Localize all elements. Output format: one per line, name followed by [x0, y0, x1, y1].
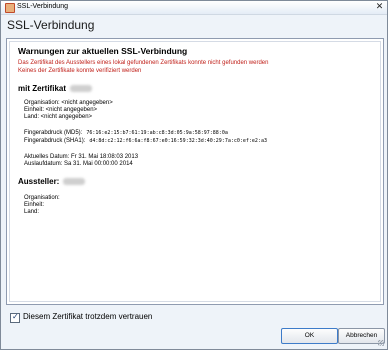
cert-country: Land: <nicht angegeben>: [24, 114, 93, 120]
trust-checkbox[interactable]: ✓: [10, 312, 20, 323]
cert-sha1-value: d4:8d:c2:12:f6:6a:f8:67:e0:16:59:32:3d:4…: [89, 138, 267, 144]
checkmark-icon: ✓: [12, 312, 19, 321]
close-icon[interactable]: ✕: [375, 2, 384, 11]
cert-sha1-row: Fingerabdruck (SHA1): d4:8d:c2:12:f6:6a:f…: [24, 138, 267, 144]
issuer-organisation: Organisation:: [24, 195, 60, 201]
warning-line-2: Keines der Zertifikate konnte verifizier…: [18, 68, 142, 74]
certificate-details-panel[interactable]: Warnungen zur aktuellen SSL-Verbindung D…: [6, 38, 384, 305]
ssl-dialog-window: SSL-Verbindung ✕ SSL-Verbindung Warnunge…: [0, 0, 388, 350]
cert-organisation: Organisation: <nicht angegeben>: [24, 100, 113, 106]
issuer-unit: Einheit:: [24, 202, 45, 208]
warnings-heading: Warnungen zur aktuellen SSL-Verbindung: [18, 46, 188, 56]
app-icon: [5, 3, 15, 13]
cert-expiry-date: Auslaufdatum: Sa 31. Mai 00:00:00 2014: [24, 161, 133, 167]
cert-md5-row: Fingerabdruck (MD5): 76:16:e2:15:b7:61:19…: [24, 130, 228, 136]
certificate-heading-text: mit Zertifikat: [18, 84, 67, 93]
cert-md5-label: Fingerabdruck (MD5):: [24, 130, 83, 136]
certificate-heading: mit Zertifikat: [18, 84, 93, 93]
cert-current-date: Aktuelles Datum: Fr 31. Mai 18:08:03 201…: [24, 154, 139, 160]
trust-checkbox-label[interactable]: Diesem Zertifikat trotzdem vertrauen: [23, 312, 152, 321]
issuer-heading-text: Aussteller:: [18, 177, 60, 186]
redacted-certificate-name: [70, 85, 93, 93]
warning-line-1: Das Zertifikat des Ausstellers eines lok…: [18, 60, 269, 66]
dialog-heading: SSL-Verbindung: [7, 18, 95, 32]
window-title: SSL-Verbindung: [17, 3, 68, 10]
cert-unit: Einheit: <nicht angegeben>: [24, 107, 98, 113]
redacted-issuer-name: [63, 178, 86, 186]
cert-md5-value: 76:16:e2:15:b7:61:19:ab:c8:3d:05:9a:58:9…: [86, 130, 228, 136]
panel-content: Warnungen zur aktuellen SSL-Verbindung D…: [9, 41, 381, 302]
ok-button[interactable]: OK: [281, 328, 338, 344]
issuer-country: Land:: [24, 209, 40, 215]
issuer-heading: Aussteller:: [18, 177, 86, 186]
title-bar[interactable]: SSL-Verbindung ✕: [1, 1, 387, 15]
resize-grip-icon[interactable]: [378, 340, 384, 346]
cert-sha1-label: Fingerabdruck (SHA1):: [24, 138, 86, 144]
